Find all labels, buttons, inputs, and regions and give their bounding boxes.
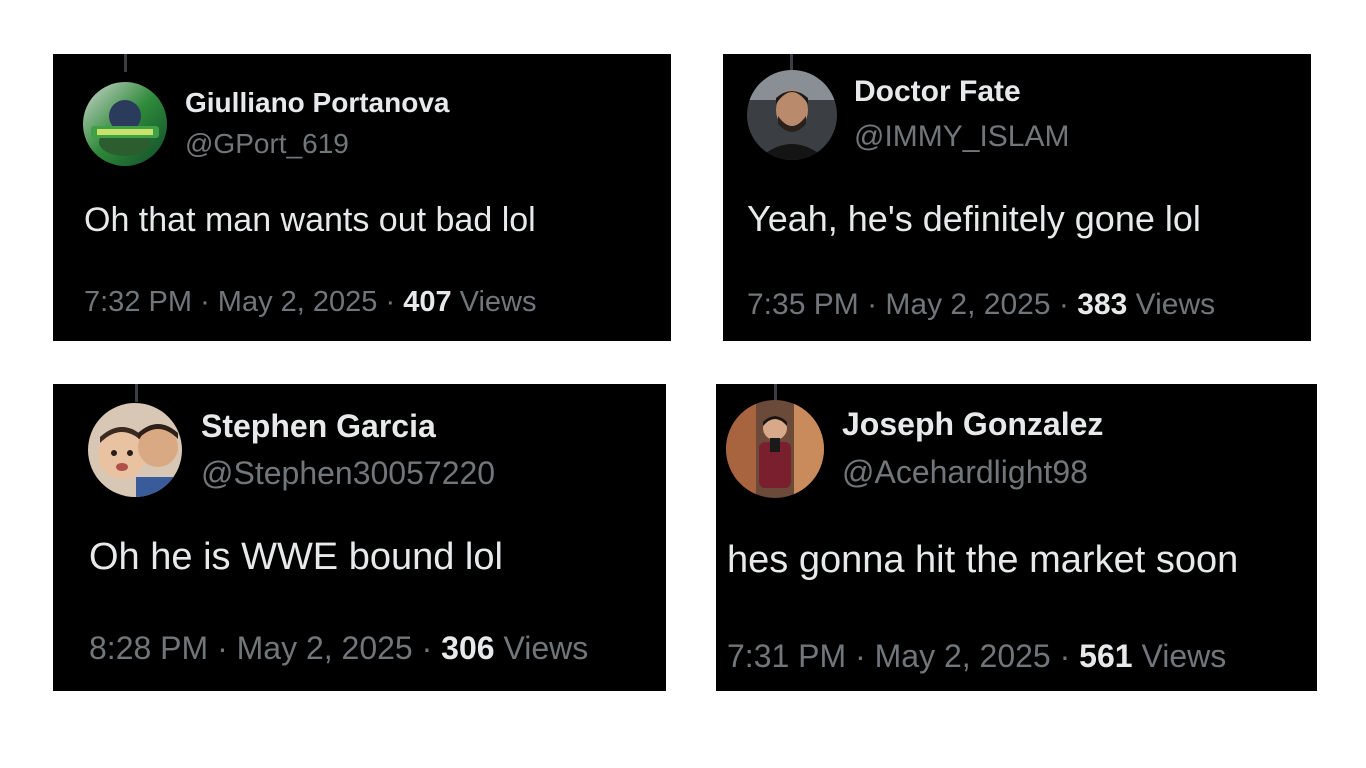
views-label: Views: [503, 630, 589, 666]
tweet-time[interactable]: 7:32 PM: [84, 286, 192, 318]
views-label: Views: [459, 286, 537, 318]
display-name[interactable]: Stephen Garcia: [201, 408, 436, 445]
tweet-time[interactable]: 7:35 PM: [747, 288, 859, 321]
display-name[interactable]: Joseph Gonzalez: [842, 406, 1103, 443]
tweet-date[interactable]: May 2, 2025: [218, 286, 378, 318]
tweet-time[interactable]: 7:31 PM: [727, 638, 846, 674]
user-handle[interactable]: @Acehardlight98: [842, 454, 1088, 491]
profile-photo-icon: [83, 82, 167, 166]
tweet-text: Oh that man wants out bad lol: [84, 201, 536, 239]
views-count[interactable]: 407: [403, 286, 451, 318]
separator: ·: [867, 288, 878, 321]
user-handle[interactable]: @IMMY_ISLAM: [854, 120, 1070, 154]
tweet-date[interactable]: May 2, 2025: [885, 288, 1050, 321]
tweet-meta: 7:31 PM · May 2, 2025 · 561 Views: [727, 638, 1226, 675]
tweet-meta: 8:28 PM · May 2, 2025 · 306 Views: [89, 630, 588, 667]
tweet-text: Yeah, he's definitely gone lol: [747, 198, 1201, 239]
display-name[interactable]: Giulliano Portanova: [185, 87, 449, 119]
tweet-card[interactable]: Giulliano Portanova @GPort_619 Oh that m…: [53, 54, 671, 341]
profile-photo-icon: [88, 403, 182, 497]
avatar[interactable]: [726, 400, 824, 498]
profile-photo-icon: [747, 70, 837, 160]
avatar[interactable]: [747, 70, 837, 160]
views-label: Views: [1141, 638, 1227, 674]
tweet-text: hes gonna hit the market soon: [727, 539, 1239, 581]
display-name[interactable]: Doctor Fate: [854, 75, 1021, 109]
tweet-date[interactable]: May 2, 2025: [875, 638, 1051, 674]
tweet-meta: 7:32 PM · May 2, 2025 · 407 Views: [84, 286, 537, 319]
thread-line: [124, 54, 127, 72]
views-count[interactable]: 561: [1079, 638, 1132, 674]
tweet-time[interactable]: 8:28 PM: [89, 630, 208, 666]
avatar[interactable]: [88, 403, 182, 497]
views-label: Views: [1135, 288, 1216, 321]
thread-line: [135, 384, 138, 402]
separator: ·: [217, 630, 228, 666]
separator: ·: [200, 286, 210, 318]
tweet-card[interactable]: Joseph Gonzalez @Acehardlight98 hes gonn…: [716, 384, 1317, 691]
user-handle[interactable]: @Stephen30057220: [201, 455, 495, 492]
separator: ·: [1059, 638, 1071, 674]
tweet-card[interactable]: Doctor Fate @IMMY_ISLAM Yeah, he's defin…: [723, 54, 1311, 341]
tweet-text: Oh he is WWE bound lol: [89, 536, 503, 578]
separator: ·: [385, 286, 396, 318]
tweet-card[interactable]: Stephen Garcia @Stephen30057220 Oh he is…: [53, 384, 666, 691]
tweet-meta: 7:35 PM · May 2, 2025 · 383 Views: [747, 288, 1215, 322]
profile-photo-icon: [726, 400, 824, 498]
separator: ·: [855, 638, 866, 674]
views-count[interactable]: 306: [441, 630, 494, 666]
tweet-date[interactable]: May 2, 2025: [237, 630, 413, 666]
separator: ·: [421, 630, 433, 666]
avatar[interactable]: [83, 82, 167, 166]
user-handle[interactable]: @GPort_619: [185, 128, 349, 160]
views-count[interactable]: 383: [1077, 288, 1127, 321]
separator: ·: [1058, 288, 1069, 321]
